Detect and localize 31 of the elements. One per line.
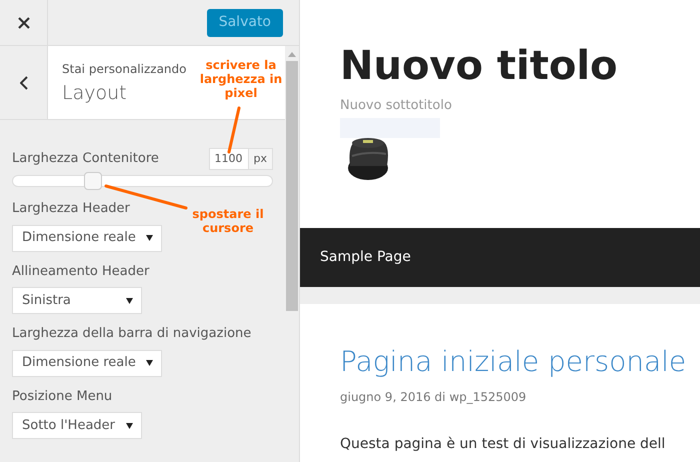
annotation-text: spostare il cursore xyxy=(191,207,265,235)
site-tagline: Nuovo sottotitolo xyxy=(340,97,453,115)
post-meta: giugno 9, 2016 di wp_1525009 xyxy=(340,389,528,406)
leader-line xyxy=(228,106,240,154)
scroll-up-icon[interactable] xyxy=(288,51,296,57)
post-title[interactable]: Pagina iniziale personale xyxy=(340,344,700,380)
control-label: Larghezza Header xyxy=(12,200,130,218)
dropdown-arrow-icon xyxy=(126,422,133,428)
width-field[interactable]: 1100 px xyxy=(208,148,273,170)
dropdown-arrow-icon xyxy=(146,235,153,241)
section-title: Layout xyxy=(62,81,128,106)
dropdown[interactable]: Dimensione reale xyxy=(12,350,162,376)
control-label: Larghezza Contenitore xyxy=(12,150,159,168)
dropdown[interactable]: Sinistra xyxy=(12,287,142,314)
close-icon xyxy=(18,16,30,28)
context-label: Stai personalizzando xyxy=(62,61,186,78)
control-label: Posizione Menu xyxy=(12,388,112,406)
dropdown-arrow-icon xyxy=(146,360,153,366)
scrollbar-thumb[interactable] xyxy=(286,61,298,311)
post-excerpt: Questa pagina è un test di visualizzazione dell xyxy=(340,435,666,454)
menu-link[interactable]: Sample Page xyxy=(320,247,411,268)
slider-track[interactable] xyxy=(12,175,273,187)
dropdown[interactable]: Dimensione reale xyxy=(12,224,162,252)
control-label: Allineamento Header xyxy=(12,262,150,280)
site-title: Nuovo titolo xyxy=(340,42,619,90)
back-icon xyxy=(20,76,28,90)
control-label: Larghezza della barra di navigazione xyxy=(12,325,252,343)
dropdown-arrow-icon xyxy=(126,298,133,304)
annotation-text: scrivere la larghezza in pixel xyxy=(198,58,284,100)
slider-thumb[interactable] xyxy=(84,172,102,190)
dropdown[interactable]: Sotto l'Header xyxy=(12,412,142,439)
